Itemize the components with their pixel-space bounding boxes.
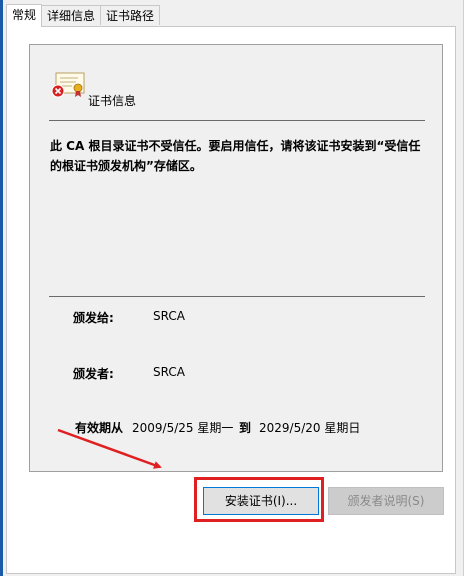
tab-general[interactable]: 常规 bbox=[6, 4, 43, 27]
window-right-edge bbox=[463, 0, 470, 586]
trust-warning-text: 此 CA 根目录证书不受信任。要启用信任，请将该证书安装到“受信任的根证书颁发机… bbox=[50, 139, 421, 173]
valid-to-value: 2029/5/20 星期日 bbox=[259, 421, 361, 435]
validity-to-label: 到 bbox=[239, 421, 252, 435]
issued-to-label: 颁发给: bbox=[73, 311, 114, 325]
issued-by-label: 颁发者: bbox=[73, 367, 114, 381]
window-bottom-strip bbox=[0, 576, 470, 586]
valid-from-value: 2009/5/25 星期一 bbox=[132, 421, 234, 435]
tab-details[interactable]: 详细信息 bbox=[41, 5, 102, 25]
issued-to-value: SRCA bbox=[153, 309, 185, 323]
certificate-icon bbox=[51, 72, 85, 98]
tab-strip: 常规 详细信息 证书路径 bbox=[6, 4, 161, 27]
issuer-statement-button[interactable]: 颁发者说明(S) bbox=[328, 487, 444, 515]
certificate-info-box: 证书信息 此 CA 根目录证书不受信任。要启用信任，请将该证书安装到“受信任的根… bbox=[29, 44, 443, 472]
separator-top bbox=[49, 120, 425, 121]
issued-by-value: SRCA bbox=[153, 365, 185, 379]
section-title: 证书信息 bbox=[88, 94, 137, 108]
error-badge-icon bbox=[51, 84, 65, 98]
validity-label: 有效期从 bbox=[75, 421, 124, 435]
install-certificate-button[interactable]: 安装证书(I)... bbox=[203, 487, 319, 515]
window-left-edge bbox=[0, 0, 3, 586]
tab-certification-path[interactable]: 证书路径 bbox=[100, 5, 161, 25]
separator-bottom bbox=[49, 296, 425, 297]
certificate-dialog: 常规 详细信息 证书路径 证书信息 此 CA 根目录证书不受信任。要启用信任，请… bbox=[0, 0, 470, 586]
